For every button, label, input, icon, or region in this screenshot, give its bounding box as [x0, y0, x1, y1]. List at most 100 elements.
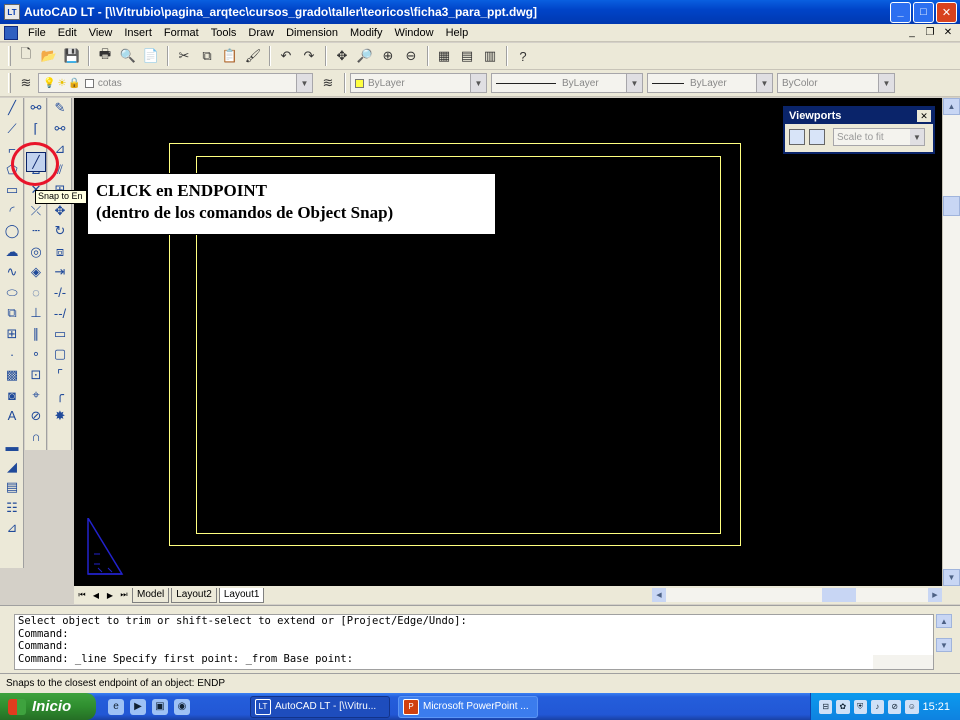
match-properties-icon[interactable]: 🖌 — [242, 45, 264, 67]
dimension-baseline-icon[interactable]: ☷ — [1, 498, 23, 519]
tool-palettes-icon[interactable]: ▥ — [479, 45, 501, 67]
pan-icon[interactable]: ✥ — [331, 45, 353, 67]
stretch-icon[interactable]: ⇥ — [49, 262, 71, 283]
menu-tools[interactable]: Tools — [205, 27, 243, 39]
next-tab-icon[interactable]: ▶ — [104, 588, 116, 602]
doc-minimize-button[interactable]: _ — [904, 26, 920, 40]
menu-edit[interactable]: Edit — [52, 27, 83, 39]
drawing-area[interactable] — [74, 98, 942, 586]
line-icon[interactable]: ╱ — [1, 98, 23, 119]
snap-tangent-icon[interactable]: ◌ — [25, 283, 47, 304]
menu-view[interactable]: View — [83, 27, 119, 39]
menu-file[interactable]: File — [22, 27, 52, 39]
command-horizontal-scrollbar[interactable] — [873, 655, 933, 669]
ellipse-icon[interactable]: ⬭ — [1, 283, 23, 304]
start-button[interactable]: Inicio — [0, 693, 96, 720]
chamfer-icon[interactable]: ⌜ — [49, 365, 71, 386]
snap-perpendicular-icon[interactable]: ⊥ — [25, 303, 47, 324]
tab-layout2[interactable]: Layout2 — [171, 587, 217, 603]
chevron-down-icon[interactable]: ▼ — [296, 74, 312, 92]
chevron-down-icon[interactable]: ▼ — [910, 129, 924, 145]
scroll-thumb[interactable] — [822, 588, 856, 602]
insert-block-icon[interactable]: ⧉ — [1, 303, 23, 324]
restore-button[interactable]: □ — [913, 1, 934, 23]
minimize-button[interactable]: _ — [890, 1, 911, 23]
hatch-icon[interactable]: ▩ — [1, 365, 23, 386]
menu-dimension[interactable]: Dimension — [280, 27, 344, 39]
doc-restore-button[interactable]: ❐ — [922, 26, 938, 40]
properties-icon[interactable]: ▦ — [433, 45, 455, 67]
print-icon[interactable]: 🖶 — [94, 45, 116, 67]
tab-model[interactable]: Model — [132, 587, 170, 603]
dimension-linear-icon[interactable]: ▬ — [1, 436, 23, 457]
snap-insert-icon[interactable]: ⊡ — [25, 365, 47, 386]
multiline-text-icon[interactable]: A — [1, 406, 23, 427]
copy-icon[interactable]: ⧉ — [196, 45, 218, 67]
snap-center-icon[interactable]: ◎ — [25, 242, 47, 263]
scroll-down-icon[interactable]: ▼ — [936, 638, 952, 652]
menu-format[interactable]: Format — [158, 27, 205, 39]
revcloud-icon[interactable]: ☁ — [1, 242, 23, 263]
copy-object-icon[interactable]: ⚯ — [49, 119, 71, 140]
horizontal-scrollbar[interactable]: ◀ ▶ — [652, 588, 942, 602]
prev-tab-icon[interactable]: ◀ — [90, 588, 102, 602]
save-icon[interactable]: 💾 — [61, 45, 83, 67]
security-icon[interactable]: ⛨ — [853, 699, 867, 714]
explode-icon[interactable]: ✸ — [49, 406, 71, 427]
chevron-down-icon[interactable]: ▼ — [878, 74, 894, 92]
media-player-icon[interactable]: ▶ — [130, 698, 146, 715]
color-combo[interactable]: ByLayer ▼ — [350, 73, 487, 93]
cut-icon[interactable]: ✂ — [173, 45, 195, 67]
snap-from-icon[interactable]: ⌈ — [25, 119, 47, 140]
toolbar-grip[interactable] — [8, 46, 11, 66]
snap-extension-icon[interactable]: ┄ — [25, 221, 47, 242]
extend-icon[interactable]: --/ — [49, 303, 71, 324]
scroll-right-icon[interactable]: ▶ — [928, 588, 942, 602]
document-icon[interactable] — [4, 25, 18, 40]
autocad-lt-icon[interactable]: LT — [4, 4, 20, 20]
join-icon[interactable]: ▢ — [49, 344, 71, 365]
scroll-thumb[interactable] — [943, 196, 960, 216]
task-autocad[interactable]: LT AutoCAD LT - [\\Vitru... — [250, 695, 390, 718]
publish-icon[interactable]: 📄 — [140, 45, 162, 67]
chevron-down-icon[interactable]: ▼ — [470, 74, 486, 92]
snap-nearest-icon[interactable]: ⌖ — [25, 385, 47, 406]
close-button[interactable]: ✕ — [936, 1, 957, 23]
menu-help[interactable]: Help — [440, 27, 475, 39]
viewport-scale-combo[interactable]: Scale to fit ▼ — [833, 128, 925, 146]
command-scrollbar[interactable]: ▲ ▼ — [936, 614, 954, 670]
open-icon[interactable]: 📂 — [38, 45, 60, 67]
snap-quadrant-icon[interactable]: ◈ — [25, 262, 47, 283]
scroll-left-icon[interactable]: ◀ — [652, 588, 666, 602]
toolbar-grip[interactable] — [8, 73, 11, 93]
command-history[interactable]: Select object to trim or shift-select to… — [14, 614, 934, 670]
single-viewport-icon[interactable] — [809, 129, 825, 145]
first-tab-icon[interactable]: ⏮ — [76, 588, 88, 602]
scroll-up-icon[interactable]: ▲ — [943, 98, 960, 115]
viewports-title-bar[interactable]: Viewports ✕ — [785, 108, 933, 124]
redo-icon[interactable]: ↷ — [298, 45, 320, 67]
xline-icon[interactable]: ⟋ — [1, 119, 23, 140]
paste-icon[interactable]: 📋 — [219, 45, 241, 67]
print-preview-icon[interactable]: 🔍 — [117, 45, 139, 67]
title-bar[interactable]: LT AutoCAD LT - [\\Vitrubio\pagina_arqte… — [0, 0, 960, 24]
temporary-tracking-icon[interactable]: ⚯ — [25, 98, 47, 119]
scroll-up-icon[interactable]: ▲ — [936, 614, 952, 628]
lineweight-combo[interactable]: ByLayer ▼ — [647, 73, 773, 93]
tray-shield-icon[interactable]: ⊘ — [888, 699, 902, 714]
make-block-icon[interactable]: ⊞ — [1, 324, 23, 345]
tray-messenger-icon[interactable]: ☺ — [905, 699, 919, 714]
network-icon[interactable]: ⊟ — [819, 699, 833, 714]
layer-manager-icon[interactable]: ≋ — [15, 72, 37, 94]
dimension-ordinate-icon[interactable]: ▤ — [1, 477, 23, 498]
menu-draw[interactable]: Draw — [242, 27, 280, 39]
arc-icon[interactable]: ◜ — [1, 201, 23, 222]
task-powerpoint[interactable]: P Microsoft PowerPoint ... — [398, 695, 538, 718]
media-icon[interactable]: ◉ — [174, 698, 190, 715]
scroll-down-icon[interactable]: ▼ — [943, 569, 960, 586]
vertical-scrollbar[interactable]: ▲ ▼ — [942, 98, 960, 586]
menu-insert[interactable]: Insert — [118, 27, 158, 39]
internet-explorer-icon[interactable]: e — [108, 698, 124, 715]
erase-icon[interactable]: ✎ — [49, 98, 71, 119]
chevron-down-icon[interactable]: ▼ — [756, 74, 772, 92]
